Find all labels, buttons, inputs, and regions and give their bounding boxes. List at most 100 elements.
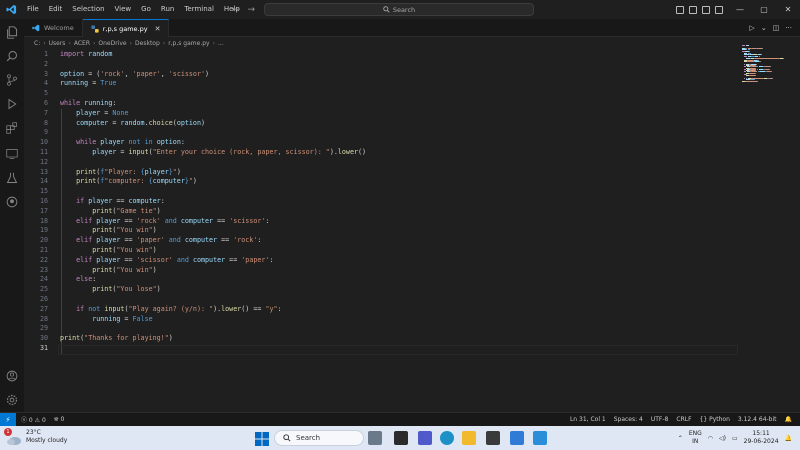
toggle-primary-sidebar-icon[interactable] bbox=[676, 5, 684, 14]
breadcrumb-item[interactable]: Desktop bbox=[135, 40, 160, 47]
breadcrumb-item[interactable]: C: bbox=[34, 40, 40, 47]
weather-widget[interactable]: 1 23°C Mostly cloudy bbox=[4, 428, 67, 445]
notification-center-icon[interactable]: 🔔 bbox=[785, 435, 792, 442]
task-view-icon[interactable] bbox=[394, 431, 408, 445]
code-line[interactable]: 22 elif player == 'scissor' and computer… bbox=[24, 256, 740, 266]
tab-game-py[interactable]: r,p,s game.py ✕ bbox=[82, 19, 170, 37]
taskbar-search[interactable]: Search bbox=[274, 430, 364, 446]
battery-icon[interactable]: ▭ bbox=[732, 435, 738, 442]
copilot-app-icon[interactable] bbox=[368, 431, 382, 445]
python-interpreter[interactable]: 3.12.4 64-bit bbox=[738, 416, 777, 423]
split-editor-icon[interactable]: ◫ bbox=[773, 24, 780, 32]
run-file-icon[interactable]: ▷ bbox=[749, 24, 754, 32]
code-line[interactable]: 29 bbox=[24, 324, 740, 334]
teams-app-icon[interactable] bbox=[418, 431, 432, 445]
back-arrow-icon[interactable]: ← bbox=[232, 5, 240, 15]
store-app-icon[interactable] bbox=[486, 431, 500, 445]
minimize-icon[interactable]: — bbox=[728, 5, 752, 14]
clock[interactable]: 15:11 29-06-2024 bbox=[744, 430, 779, 446]
breadcrumb-item[interactable]: ... bbox=[218, 40, 224, 47]
close-tab-icon[interactable]: ✕ bbox=[155, 25, 161, 33]
remote-indicator-icon[interactable]: ⚡ bbox=[0, 412, 16, 427]
cursor-position[interactable]: Ln 31, Col 1 bbox=[570, 416, 606, 423]
toggle-secondary-sidebar-icon[interactable] bbox=[702, 5, 710, 14]
windows-start-icon[interactable] bbox=[255, 431, 269, 446]
code-line[interactable]: 10 while player not in option: bbox=[24, 138, 740, 148]
indentation[interactable]: Spaces: 4 bbox=[614, 416, 643, 423]
code-line[interactable]: 5 bbox=[24, 89, 740, 99]
menu-file[interactable]: File bbox=[22, 0, 44, 19]
file-encoding[interactable]: UTF-8 bbox=[651, 416, 669, 423]
code-editor[interactable]: 1 import random 2 3 option = ('rock', 'paper… bbox=[24, 50, 740, 362]
code-line[interactable]: 3 option = ('rock', 'paper', 'scissor') bbox=[24, 70, 740, 80]
code-line[interactable]: 2 bbox=[24, 60, 740, 70]
vscode-taskbar-icon[interactable] bbox=[533, 431, 547, 445]
code-line[interactable]: 20 elif player == 'paper' and computer =… bbox=[24, 236, 740, 246]
file-explorer-icon[interactable] bbox=[462, 431, 476, 445]
menu-edit[interactable]: Edit bbox=[44, 0, 68, 19]
ports-indicator[interactable]: ⛯ 0 bbox=[54, 416, 65, 424]
menu-run[interactable]: Run bbox=[156, 0, 179, 19]
minimap[interactable] bbox=[742, 45, 792, 85]
code-line[interactable]: 19 print("You win") bbox=[24, 226, 740, 236]
code-line[interactable]: 6 while running: bbox=[24, 99, 740, 109]
breadcrumb-item[interactable]: r,p,s game.py bbox=[168, 40, 209, 47]
language-indicator[interactable]: ENG IN bbox=[689, 430, 702, 446]
explorer-icon[interactable] bbox=[5, 25, 19, 39]
more-actions-icon[interactable]: ··· bbox=[785, 24, 792, 32]
remote-explorer-icon[interactable] bbox=[5, 147, 19, 161]
code-line[interactable]: 14 print(f"computer: {computer}") bbox=[24, 177, 740, 187]
customize-layout-icon[interactable] bbox=[715, 5, 723, 14]
edge-app-icon[interactable] bbox=[440, 431, 454, 445]
code-line[interactable]: 13 print(f"Player: {player}") bbox=[24, 168, 740, 178]
code-line[interactable]: 24 else: bbox=[24, 275, 740, 285]
forward-arrow-icon[interactable]: → bbox=[248, 5, 256, 15]
manage-gear-icon[interactable] bbox=[5, 393, 19, 407]
notifications-bell-icon[interactable]: 🔔 bbox=[785, 416, 792, 423]
code-line[interactable]: 21 print("You win") bbox=[24, 246, 740, 256]
code-line[interactable]: 16 if player == computer: bbox=[24, 197, 740, 207]
code-line[interactable]: 28 running = False bbox=[24, 315, 740, 325]
source-control-icon[interactable] bbox=[5, 73, 19, 87]
code-line[interactable]: 27 if not input("Play again? (y/n): ").l… bbox=[24, 305, 740, 315]
maximize-icon[interactable]: ▢ bbox=[752, 5, 776, 14]
command-search-box[interactable]: Search bbox=[264, 3, 534, 16]
code-line[interactable]: 31 bbox=[24, 344, 740, 354]
code-line[interactable]: 25 print("You lose") bbox=[24, 285, 740, 295]
end-of-line[interactable]: CRLF bbox=[676, 416, 691, 423]
testing-icon[interactable] bbox=[5, 171, 19, 185]
code-line[interactable]: 9 bbox=[24, 128, 740, 138]
code-line[interactable]: 4 running = True bbox=[24, 79, 740, 89]
code-line[interactable]: 17 print("Game tie") bbox=[24, 207, 740, 217]
extensions-icon[interactable] bbox=[5, 121, 19, 135]
code-line[interactable]: 23 print("You win") bbox=[24, 266, 740, 276]
menu-selection[interactable]: Selection bbox=[67, 0, 109, 19]
github-icon[interactable] bbox=[5, 195, 19, 209]
menu-go[interactable]: Go bbox=[136, 0, 156, 19]
run-debug-icon[interactable] bbox=[5, 97, 19, 111]
search-sidebar-icon[interactable] bbox=[5, 49, 19, 63]
code-line[interactable]: 30 print("Thanks for playing!") bbox=[24, 334, 740, 344]
wifi-icon[interactable]: ◠ bbox=[708, 435, 713, 442]
code-line[interactable]: 11 player = input("Enter your choice (ro… bbox=[24, 148, 740, 158]
close-window-icon[interactable]: ✕ bbox=[776, 5, 800, 14]
menu-terminal[interactable]: Terminal bbox=[179, 0, 219, 19]
todo-app-icon[interactable] bbox=[510, 431, 524, 445]
breadcrumb-item[interactable]: OneDrive bbox=[98, 40, 126, 47]
code-line[interactable]: 15 bbox=[24, 187, 740, 197]
code-line[interactable]: 18 elif player == 'rock' and computer ==… bbox=[24, 217, 740, 227]
dropdown-chevron-icon[interactable]: ⌄ bbox=[761, 24, 767, 32]
menu-view[interactable]: View bbox=[110, 0, 137, 19]
code-line[interactable]: 12 bbox=[24, 158, 740, 168]
accounts-icon[interactable] bbox=[5, 369, 19, 383]
code-line[interactable]: 7 player = None bbox=[24, 109, 740, 119]
toggle-panel-icon[interactable] bbox=[689, 5, 697, 14]
tab-welcome[interactable]: Welcome bbox=[24, 19, 83, 37]
code-line[interactable]: 26 bbox=[24, 295, 740, 305]
volume-icon[interactable]: ◁) bbox=[719, 435, 726, 442]
breadcrumb-item[interactable]: Users bbox=[49, 40, 66, 47]
breadcrumb-item[interactable]: ACER bbox=[74, 40, 90, 47]
problems-indicator[interactable]: ⓧ 0 ⚠ 0 bbox=[21, 415, 46, 424]
show-hidden-icons-icon[interactable]: ⌃ bbox=[678, 435, 683, 442]
code-line[interactable]: 8 computer = random.choice(option) bbox=[24, 119, 740, 129]
